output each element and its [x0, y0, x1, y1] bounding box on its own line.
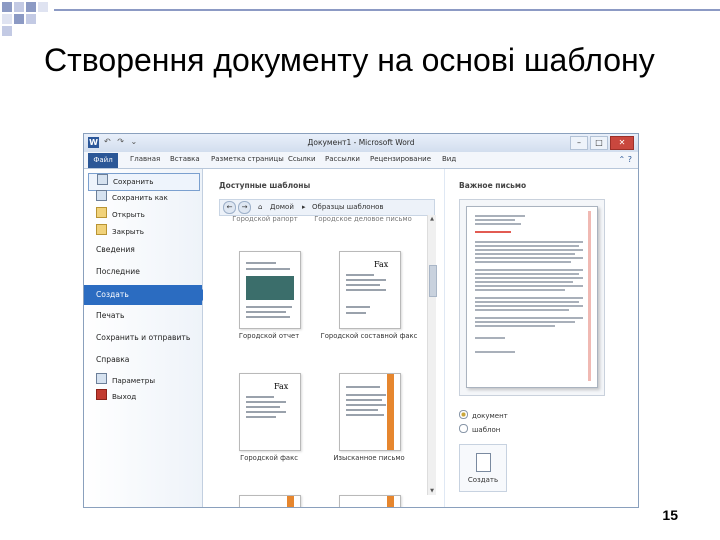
preview-red-stripe	[588, 211, 591, 381]
nav-save-as-label: Сохранить как	[112, 193, 168, 202]
save-as-icon	[96, 190, 107, 201]
template-caption: Городской отчет	[238, 332, 300, 340]
tab-view[interactable]: Вид	[442, 155, 456, 163]
forward-button[interactable]: →	[238, 201, 251, 214]
tab-insert[interactable]: Вставка	[170, 155, 200, 163]
radio-selected-icon	[459, 410, 468, 419]
breadcrumb-separator: ▸	[302, 203, 306, 211]
word-window: W ↶ ↷ ⌄ Документ1 - Microsoft Word – □ ✕…	[83, 133, 639, 508]
templates-scrollbar[interactable]: ▲ ▼	[427, 215, 437, 495]
nav-exit[interactable]: Выход	[88, 389, 202, 405]
tab-home[interactable]: Главная	[130, 155, 160, 163]
nav-new-label: Создать	[96, 290, 129, 299]
new-document-icon	[476, 453, 491, 472]
ribbon-tabs: Файл Главная Вставка Разметка страницы С…	[84, 152, 638, 169]
close-button[interactable]: ✕	[610, 136, 634, 150]
nav-info[interactable]: Сведения	[96, 245, 135, 254]
preview-panel: Важное письмо документ шаблон Создать	[445, 169, 638, 507]
template-orange-stripe	[387, 374, 394, 450]
breadcrumb-current[interactable]: Образцы шаблонов	[312, 203, 384, 211]
nav-close[interactable]: Закрыть	[88, 224, 202, 240]
nav-options[interactable]: Параметры	[88, 373, 202, 389]
open-folder-icon	[96, 207, 107, 218]
template-preview	[459, 199, 605, 396]
home-icon[interactable]: ⌂	[258, 203, 262, 211]
template-caption-partial-1: Городской рапорт	[232, 215, 298, 223]
radio-template-label: шаблон	[472, 426, 501, 434]
nav-open[interactable]: Открыть	[88, 207, 202, 223]
tab-mailings[interactable]: Рассылки	[325, 155, 360, 163]
template-caption-partial-2: Городское деловое письмо	[314, 215, 412, 223]
template-caption: Городской факс	[240, 454, 298, 462]
backstage-nav: Сохранить Сохранить как Открыть Закрыть …	[84, 169, 208, 507]
nav-print[interactable]: Печать	[96, 311, 124, 320]
breadcrumb-home[interactable]: Домой	[270, 203, 294, 211]
minimize-button[interactable]: –	[570, 136, 588, 150]
slide-decor-bar	[54, 9, 720, 11]
radio-template[interactable]: шаблон	[459, 424, 500, 434]
nav-new[interactable]: Создать	[84, 285, 208, 305]
nav-help[interactable]: Справка	[96, 355, 129, 364]
tab-references[interactable]: Ссылки	[288, 155, 316, 163]
back-button[interactable]: ←	[223, 201, 236, 214]
nav-save[interactable]: Сохранить	[88, 173, 200, 191]
maximize-button[interactable]: □	[590, 136, 608, 150]
preview-page	[466, 206, 598, 388]
exit-icon	[96, 389, 107, 400]
slide-number: 15	[662, 507, 678, 523]
available-templates-panel: Доступные шаблоны ← → ⌂ Домой ▸ Образцы …	[203, 169, 444, 507]
create-button[interactable]: Создать	[459, 444, 507, 492]
nav-close-label: Закрыть	[112, 227, 145, 236]
template-image	[246, 276, 294, 300]
create-button-label: Создать	[467, 476, 499, 484]
close-folder-icon	[96, 224, 107, 235]
template-thumb-partial[interactable]	[339, 495, 401, 507]
tab-page-layout[interactable]: Разметка страницы	[211, 155, 284, 163]
nav-save-as[interactable]: Сохранить как	[88, 190, 202, 206]
template-thumb-city-merge-fax[interactable]: Fax	[339, 251, 401, 329]
templates-navbar: ← → ⌂ Домой ▸ Образцы шаблонов	[219, 199, 435, 216]
nav-save-label: Сохранить	[113, 177, 154, 186]
radio-document-label: документ	[472, 412, 508, 420]
template-thumb-city-fax[interactable]: Fax	[239, 373, 301, 451]
nav-options-label: Параметры	[112, 376, 156, 385]
scroll-thumb[interactable]	[429, 265, 437, 297]
template-thumb-partial[interactable]	[239, 495, 301, 507]
template-caption: Изысканное письмо	[333, 454, 405, 462]
fax-label: Fax	[274, 382, 289, 391]
fax-label: Fax	[374, 260, 389, 269]
tab-file[interactable]: Файл	[88, 153, 118, 168]
tab-review[interactable]: Рецензирование	[370, 155, 431, 163]
slide-title: Створення документу на основі шаблону	[44, 42, 655, 78]
nav-exit-label: Выход	[112, 392, 137, 401]
template-caption: Городской составной факс	[320, 332, 418, 340]
window-title: Документ1 - Microsoft Word	[307, 138, 415, 147]
nav-open-label: Открыть	[112, 210, 145, 219]
nav-recent[interactable]: Последние	[96, 267, 140, 276]
scroll-down-icon[interactable]: ▼	[428, 487, 436, 495]
save-icon	[97, 174, 108, 185]
template-thumb-elegant-letter[interactable]	[339, 373, 401, 451]
title-bar: W ↶ ↷ ⌄ Документ1 - Microsoft Word – □ ✕	[84, 134, 638, 152]
templates-header: Доступные шаблоны	[219, 181, 311, 190]
preview-header: Важное письмо	[459, 181, 527, 190]
radio-unselected-icon	[459, 424, 468, 433]
options-icon	[96, 373, 107, 384]
scroll-up-icon[interactable]: ▲	[428, 215, 436, 223]
template-thumb-city-report[interactable]	[239, 251, 301, 329]
help-icon[interactable]: ⌃ ?	[619, 155, 633, 164]
radio-document[interactable]: документ	[459, 410, 508, 420]
nav-save-send[interactable]: Сохранить и отправить	[96, 333, 190, 342]
